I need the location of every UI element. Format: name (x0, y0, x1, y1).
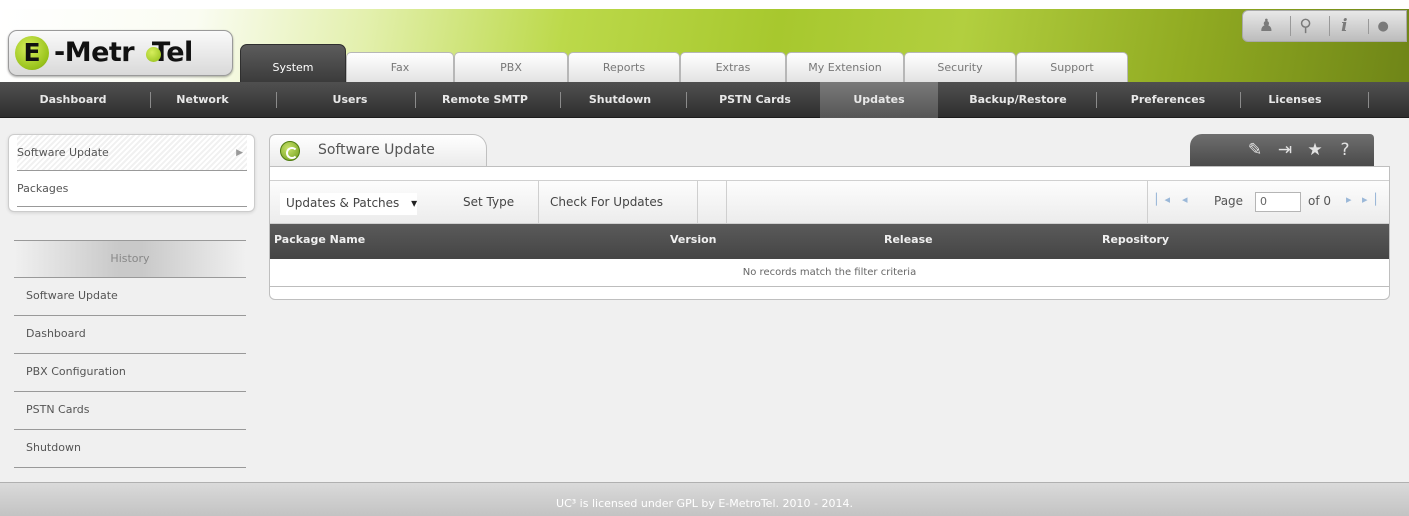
tab-reports[interactable]: Reports (568, 52, 680, 82)
tab-pbx[interactable]: PBX (454, 52, 568, 82)
header: E -Metr Tel ♟ ⚲ i ● System Fax PBX Repor… (0, 0, 1409, 82)
subnav-preferences[interactable]: Preferences (1108, 82, 1228, 118)
sidebar-menu: Software Update ▶ Packages (8, 134, 255, 212)
subnav-licenses[interactable]: Licenses (1240, 82, 1350, 118)
help-icon[interactable]: ? (1330, 140, 1360, 160)
subnav-separator (686, 92, 687, 108)
history-heading: History (14, 240, 246, 278)
logo-dot-icon (146, 47, 161, 62)
sidebar-item-software-update[interactable]: Software Update ▶ (17, 135, 247, 171)
subnav-users[interactable]: Users (300, 82, 400, 118)
footer-license-text: UC³ is licensed under GPL by E-MetroTel.… (0, 482, 1409, 516)
subnav-separator (1096, 92, 1097, 108)
subnav-updates[interactable]: Updates (820, 82, 938, 118)
software-update-panel: Updates & Patches ▾ Set Type Check For U… (269, 166, 1390, 300)
column-package-name[interactable]: Package Name (274, 224, 365, 259)
logo-letter: E (15, 36, 49, 70)
top-icon-bar: ♟ ⚲ i ● (1242, 10, 1407, 42)
star-icon[interactable]: ★ (1300, 140, 1330, 160)
toolbar-separator (538, 181, 539, 223)
subnav-shutdown[interactable]: Shutdown (570, 82, 670, 118)
set-type-button[interactable]: Set Type (463, 181, 514, 223)
pin-icon[interactable]: ⇥ (1270, 140, 1300, 160)
header-top-strip (0, 0, 1409, 9)
page-number-input[interactable]: 0 (1255, 192, 1301, 212)
history-item-shutdown[interactable]: Shutdown (14, 430, 246, 468)
info-icon[interactable]: i (1328, 16, 1359, 36)
search-icon[interactable]: ⚲ (1290, 16, 1320, 36)
last-page-icon[interactable]: ▸▕ (1362, 193, 1376, 206)
sidebar-item-label: Software Update (17, 146, 109, 159)
page-label: Page (1214, 194, 1244, 208)
edit-icon[interactable]: ✎ (1240, 140, 1270, 160)
check-for-updates-button[interactable]: Check For Updates (550, 181, 663, 223)
panel-tools: ✎ ⇥ ★ ? (1190, 134, 1374, 166)
history-item-dashboard[interactable]: Dashboard (14, 316, 246, 354)
logo[interactable]: E -Metr Tel (8, 30, 233, 76)
subnav-separator (1368, 92, 1369, 108)
subnav-separator (560, 92, 561, 108)
subnav-remote-smtp[interactable]: Remote SMTP (425, 82, 545, 118)
pager: ▏◂ ◂ Page 0 of 0 ▸ ▸▕ (1148, 181, 1388, 223)
subnav-separator (276, 92, 277, 108)
chevron-right-icon: ▶ (236, 148, 243, 158)
panel-title: Software Update (318, 142, 435, 158)
panel-tab[interactable]: Software Update (269, 134, 487, 166)
column-version[interactable]: Version (670, 224, 717, 259)
dropdown-arrow-icon: ▾ (411, 196, 418, 210)
subnav-dashboard[interactable]: Dashboard (18, 82, 128, 118)
next-page-icon[interactable]: ▸ (1346, 193, 1352, 206)
tab-fax[interactable]: Fax (346, 52, 454, 82)
column-release[interactable]: Release (884, 224, 933, 259)
table-header: Package Name Version Release Repository (270, 224, 1389, 259)
tab-security[interactable]: Security (904, 52, 1016, 82)
toolbar-separator (726, 181, 727, 223)
update-type-value: Updates & Patches (286, 196, 400, 210)
sub-navigation: Dashboard Network Users Remote SMTP Shut… (0, 82, 1409, 118)
subnav-network[interactable]: Network (155, 82, 250, 118)
tab-system[interactable]: System (240, 44, 346, 82)
refresh-icon (280, 141, 300, 161)
drop-icon[interactable]: ● (1367, 18, 1398, 34)
subnav-separator (150, 92, 151, 108)
history-item-pstn-cards[interactable]: PSTN Cards (14, 392, 246, 430)
panel-toolbar: Updates & Patches ▾ Set Type Check For U… (270, 180, 1389, 224)
column-repository[interactable]: Repository (1102, 224, 1169, 259)
user-icon[interactable]: ♟ (1251, 16, 1281, 36)
sidebar-item-packages[interactable]: Packages (17, 171, 247, 207)
subnav-pstn-cards[interactable]: PSTN Cards (695, 82, 815, 118)
empty-table-message: No records match the filter criteria (270, 259, 1389, 287)
subnav-separator (415, 92, 416, 108)
prev-page-icon[interactable]: ◂ (1182, 193, 1188, 206)
tab-my-extension[interactable]: My Extension (786, 52, 904, 82)
history-item-pbx-configuration[interactable]: PBX Configuration (14, 354, 246, 392)
logo-text: -Metr Tel (54, 37, 193, 68)
tab-extras[interactable]: Extras (680, 52, 786, 82)
toolbar-separator (697, 181, 698, 223)
update-type-select[interactable]: Updates & Patches ▾ (280, 193, 418, 215)
page-count-label: of 0 (1308, 194, 1332, 208)
history-item-software-update[interactable]: Software Update (14, 278, 246, 316)
first-page-icon[interactable]: ▏◂ (1156, 193, 1170, 206)
subnav-backup-restore[interactable]: Backup/Restore (948, 82, 1088, 118)
tab-support[interactable]: Support (1016, 52, 1128, 82)
